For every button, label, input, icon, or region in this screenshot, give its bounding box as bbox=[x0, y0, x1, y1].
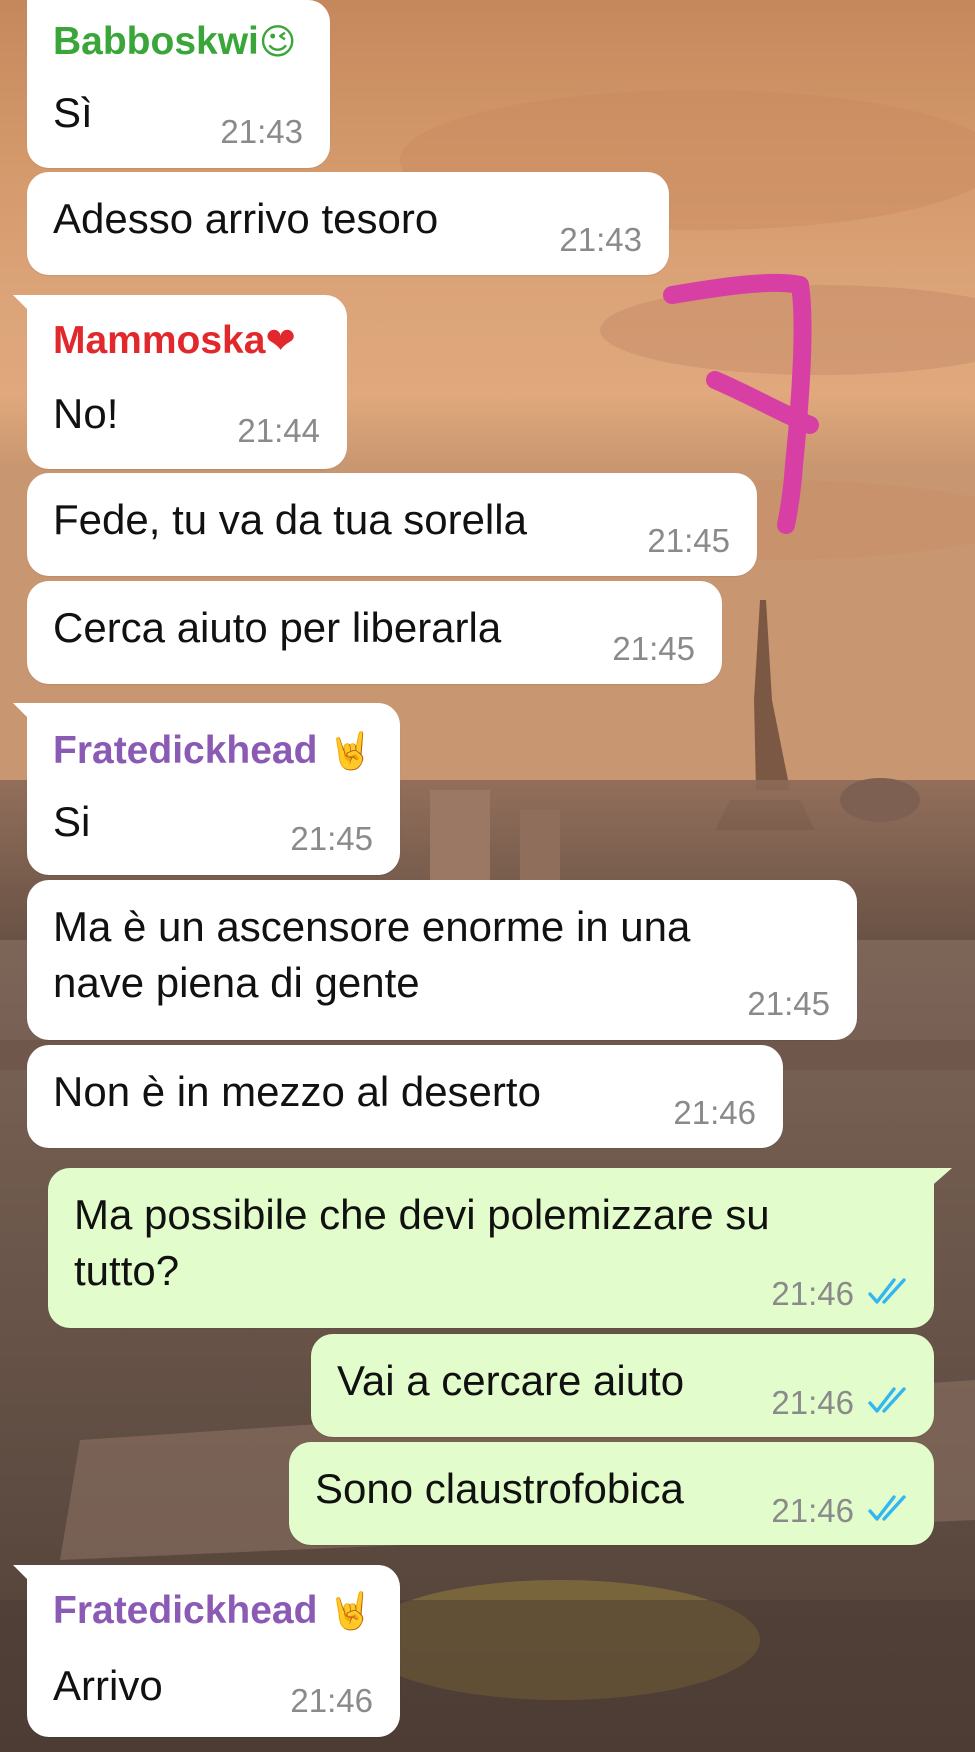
message-text-line-1: Ma è un ascensore enorme in una bbox=[53, 903, 691, 950]
message-bubble-outgoing[interactable]: Sono claustrofobica 21:46 bbox=[289, 1442, 934, 1545]
heart-emoji-icon: ❤ bbox=[265, 320, 296, 361]
message-bubble-outgoing[interactable]: Ma possibile che devi polemizzare su tut… bbox=[48, 1168, 952, 1328]
message-text: Adesso arrivo tesoro bbox=[53, 195, 439, 242]
sender-name-text: Fratedickhead bbox=[53, 729, 318, 772]
read-double-check-icon bbox=[868, 1495, 906, 1521]
rock-hand-emoji-icon: 🤘 bbox=[328, 1590, 374, 1631]
message-time: 21:46 bbox=[290, 1682, 373, 1719]
sender-name[interactable]: Mammoska❤ bbox=[53, 319, 296, 363]
handwritten-seven-mark bbox=[663, 273, 819, 534]
message-time: 21:43 bbox=[559, 221, 642, 258]
message-bubble-incoming[interactable]: Babboskwi😉 Sì 21:43 bbox=[27, 0, 330, 168]
message-time: 21:44 bbox=[237, 412, 320, 449]
message-time: 21:45 bbox=[747, 985, 830, 1022]
read-double-check-icon bbox=[868, 1387, 906, 1413]
message-text-line-2: tutto? bbox=[74, 1247, 180, 1294]
sender-name-text: Babboskwi bbox=[53, 20, 259, 63]
message-time: 21:45 bbox=[612, 630, 695, 667]
message-text: Sono claustrofobica bbox=[315, 1465, 684, 1512]
message-bubble-incoming[interactable]: Cerca aiuto per liberarla 21:45 bbox=[27, 581, 722, 684]
message-text: Si bbox=[53, 798, 91, 845]
message-time: 21:46 bbox=[771, 1275, 854, 1312]
rock-hand-emoji-icon: 🤘 bbox=[328, 730, 374, 771]
message-bubble-incoming[interactable]: Non è in mezzo al deserto 21:46 bbox=[27, 1045, 783, 1148]
sender-name-text: Fratedickhead bbox=[53, 1589, 318, 1632]
read-double-check-icon bbox=[868, 1278, 906, 1304]
wink-emoji-icon: 😉 bbox=[258, 21, 297, 62]
message-text: Fede, tu va da tua sorella bbox=[53, 496, 527, 543]
message-text-line-2: nave piena di gente bbox=[53, 959, 420, 1006]
message-bubble-incoming[interactable]: Adesso arrivo tesoro 21:43 bbox=[27, 172, 669, 275]
message-text: Vai a cercare aiuto bbox=[337, 1357, 685, 1404]
message-bubble-incoming[interactable]: Mammoska❤ No! 21:44 bbox=[13, 295, 347, 469]
message-bubble-incoming[interactable]: Fratedickhead 🤘 Arrivo 21:46 bbox=[13, 1565, 400, 1737]
message-text: Sì bbox=[53, 89, 93, 136]
message-bubble-incoming[interactable]: Fratedickhead 🤘 Si 21:45 bbox=[13, 703, 400, 875]
sender-name[interactable]: Babboskwi😉 bbox=[53, 20, 296, 64]
message-time: 21:46 bbox=[771, 1384, 854, 1421]
sender-name[interactable]: Fratedickhead 🤘 bbox=[53, 1589, 373, 1633]
message-bubble-incoming[interactable]: Ma è un ascensore enorme in una nave pie… bbox=[27, 880, 857, 1040]
message-time: 21:43 bbox=[220, 113, 303, 150]
message-bubble-incoming[interactable]: Fede, tu va da tua sorella 21:45 bbox=[27, 473, 757, 576]
message-time: 21:45 bbox=[290, 820, 373, 857]
message-text-line-1: Ma possibile che devi polemizzare su bbox=[74, 1191, 770, 1238]
message-text: Arrivo bbox=[53, 1662, 163, 1709]
message-bubble-outgoing[interactable]: Vai a cercare aiuto 21:46 bbox=[311, 1334, 934, 1437]
message-time: 21:46 bbox=[673, 1094, 756, 1131]
message-text: No! bbox=[53, 390, 119, 437]
sender-name[interactable]: Fratedickhead 🤘 bbox=[53, 729, 373, 773]
message-text: Non è in mezzo al deserto bbox=[53, 1068, 541, 1115]
message-text: Cerca aiuto per liberarla bbox=[53, 604, 502, 651]
message-time: 21:46 bbox=[771, 1492, 854, 1529]
sender-name-text: Mammoska bbox=[53, 319, 266, 362]
